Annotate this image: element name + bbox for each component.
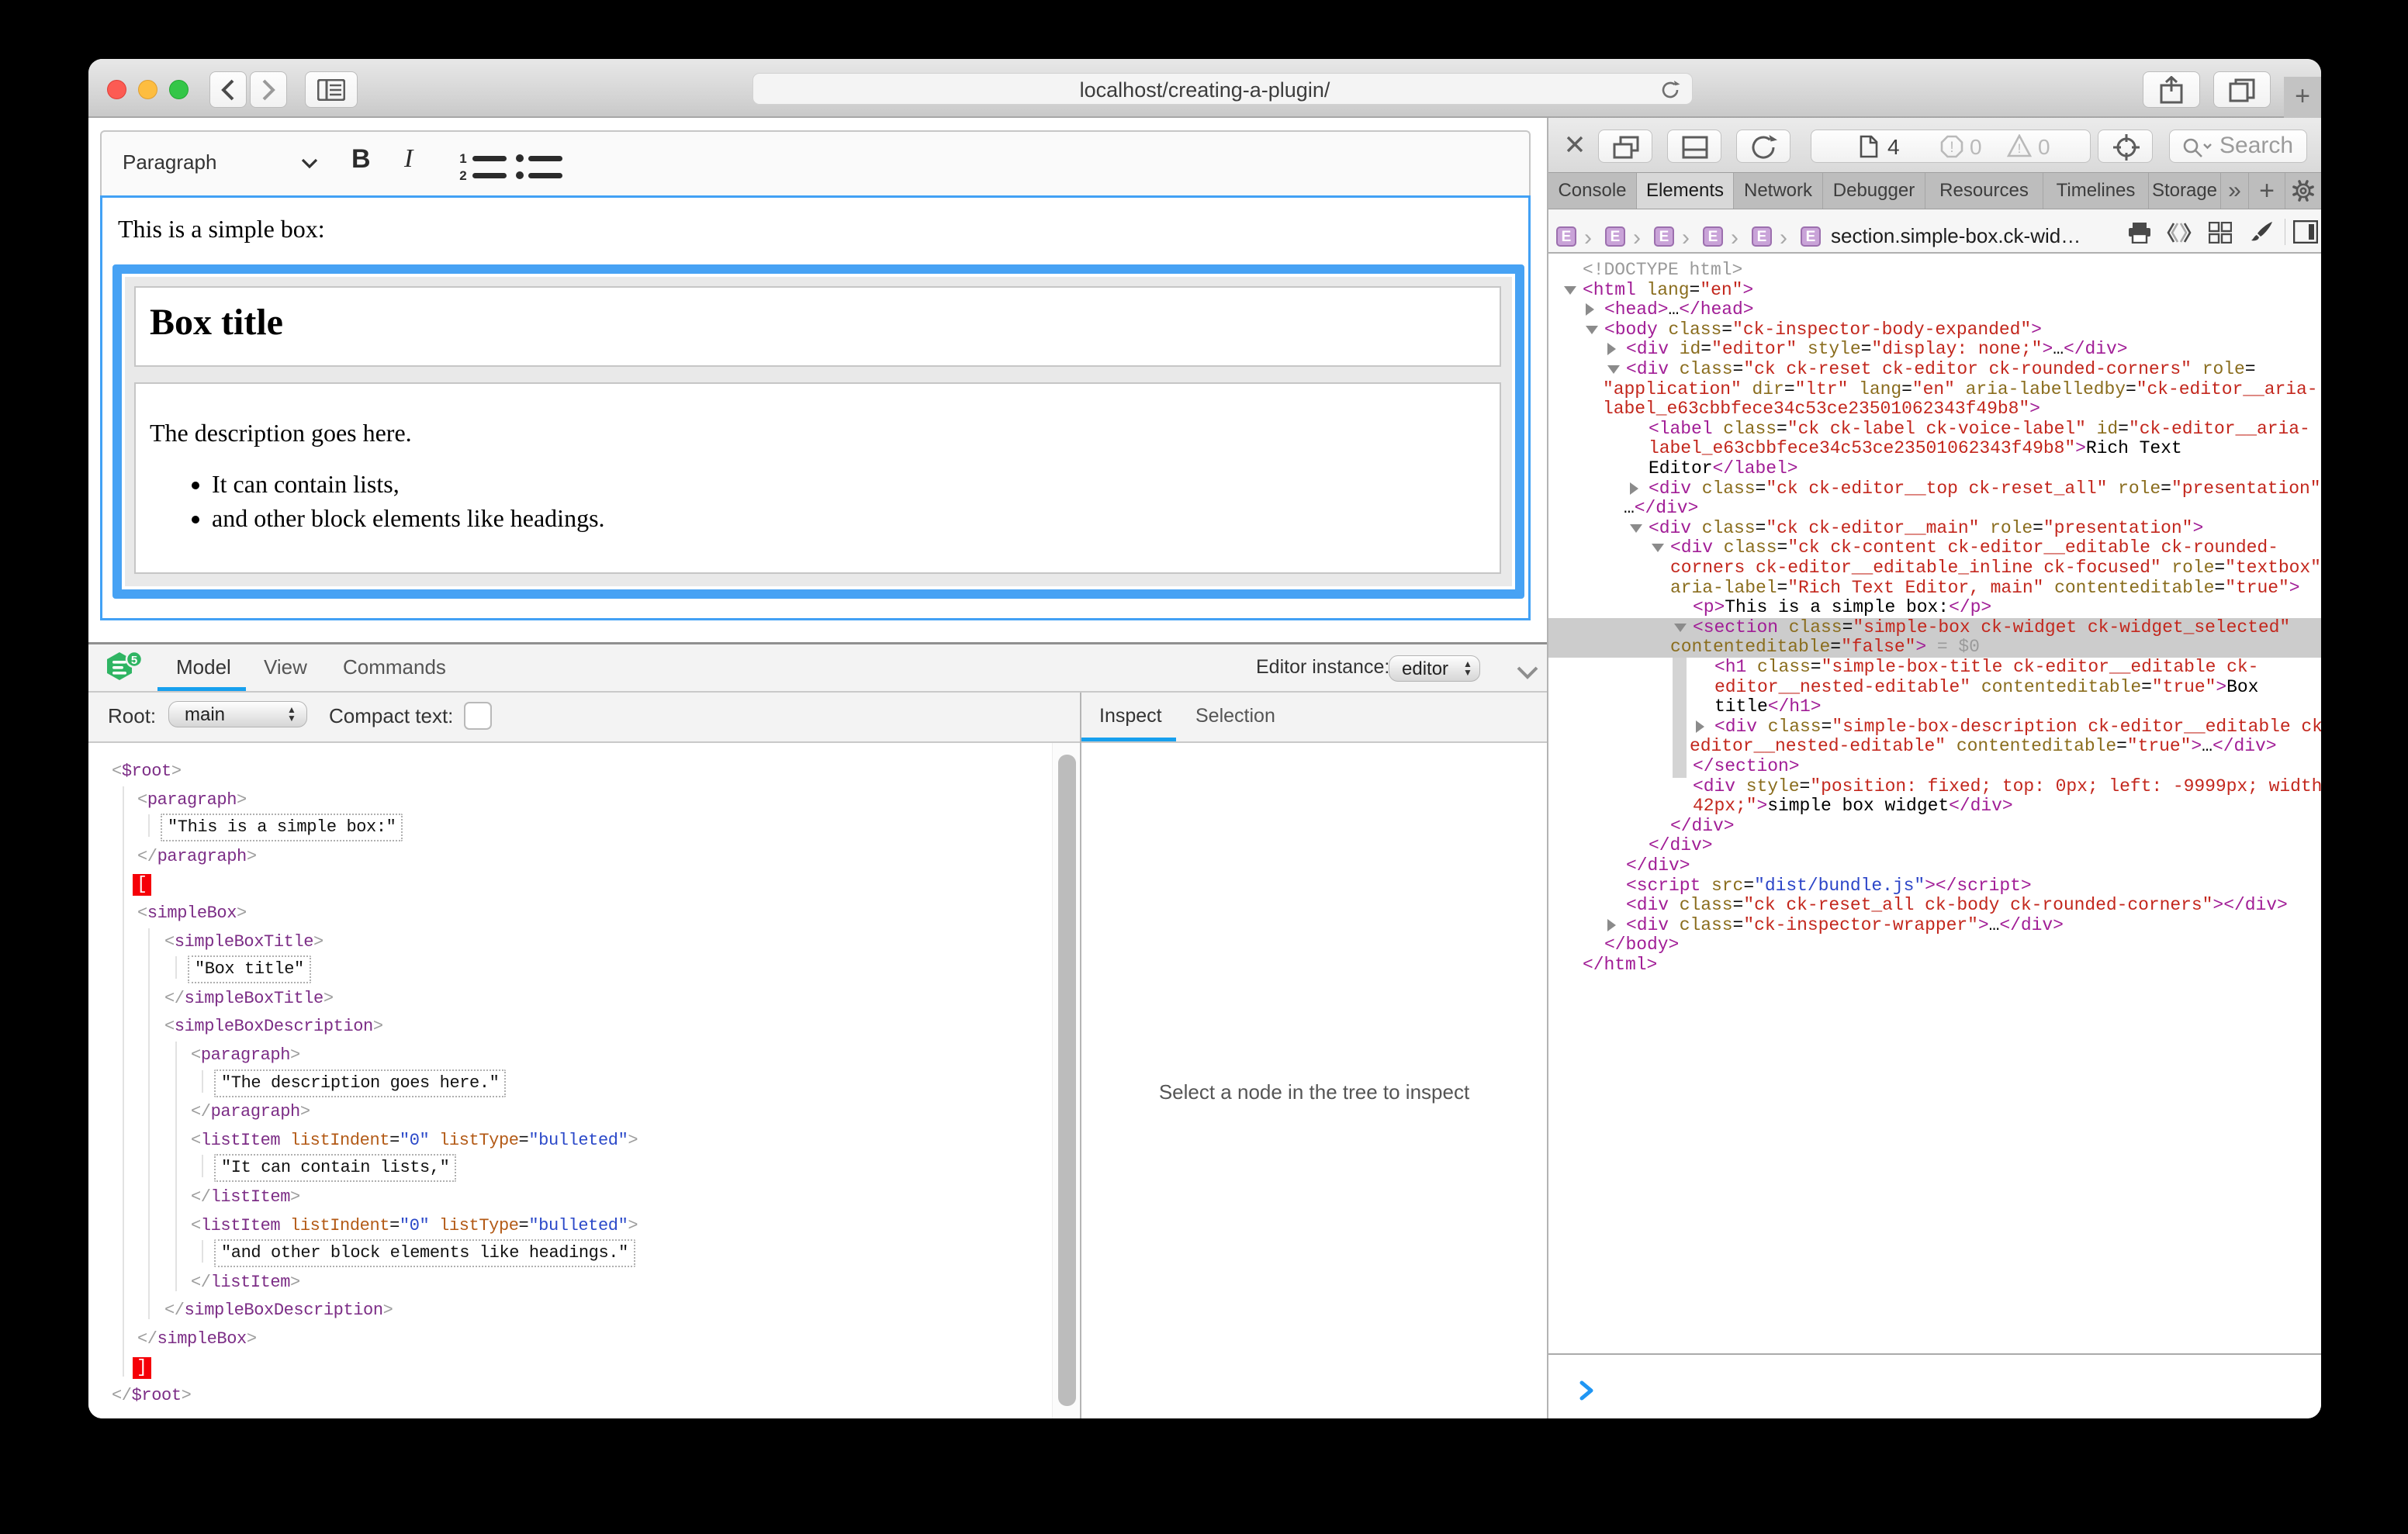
svg-text:5: 5 xyxy=(131,654,137,667)
svg-text:2: 2 xyxy=(459,168,466,183)
svg-text:1: 1 xyxy=(459,151,466,166)
svg-text:!: ! xyxy=(1950,140,1953,156)
svg-text:!: ! xyxy=(2018,141,2022,156)
